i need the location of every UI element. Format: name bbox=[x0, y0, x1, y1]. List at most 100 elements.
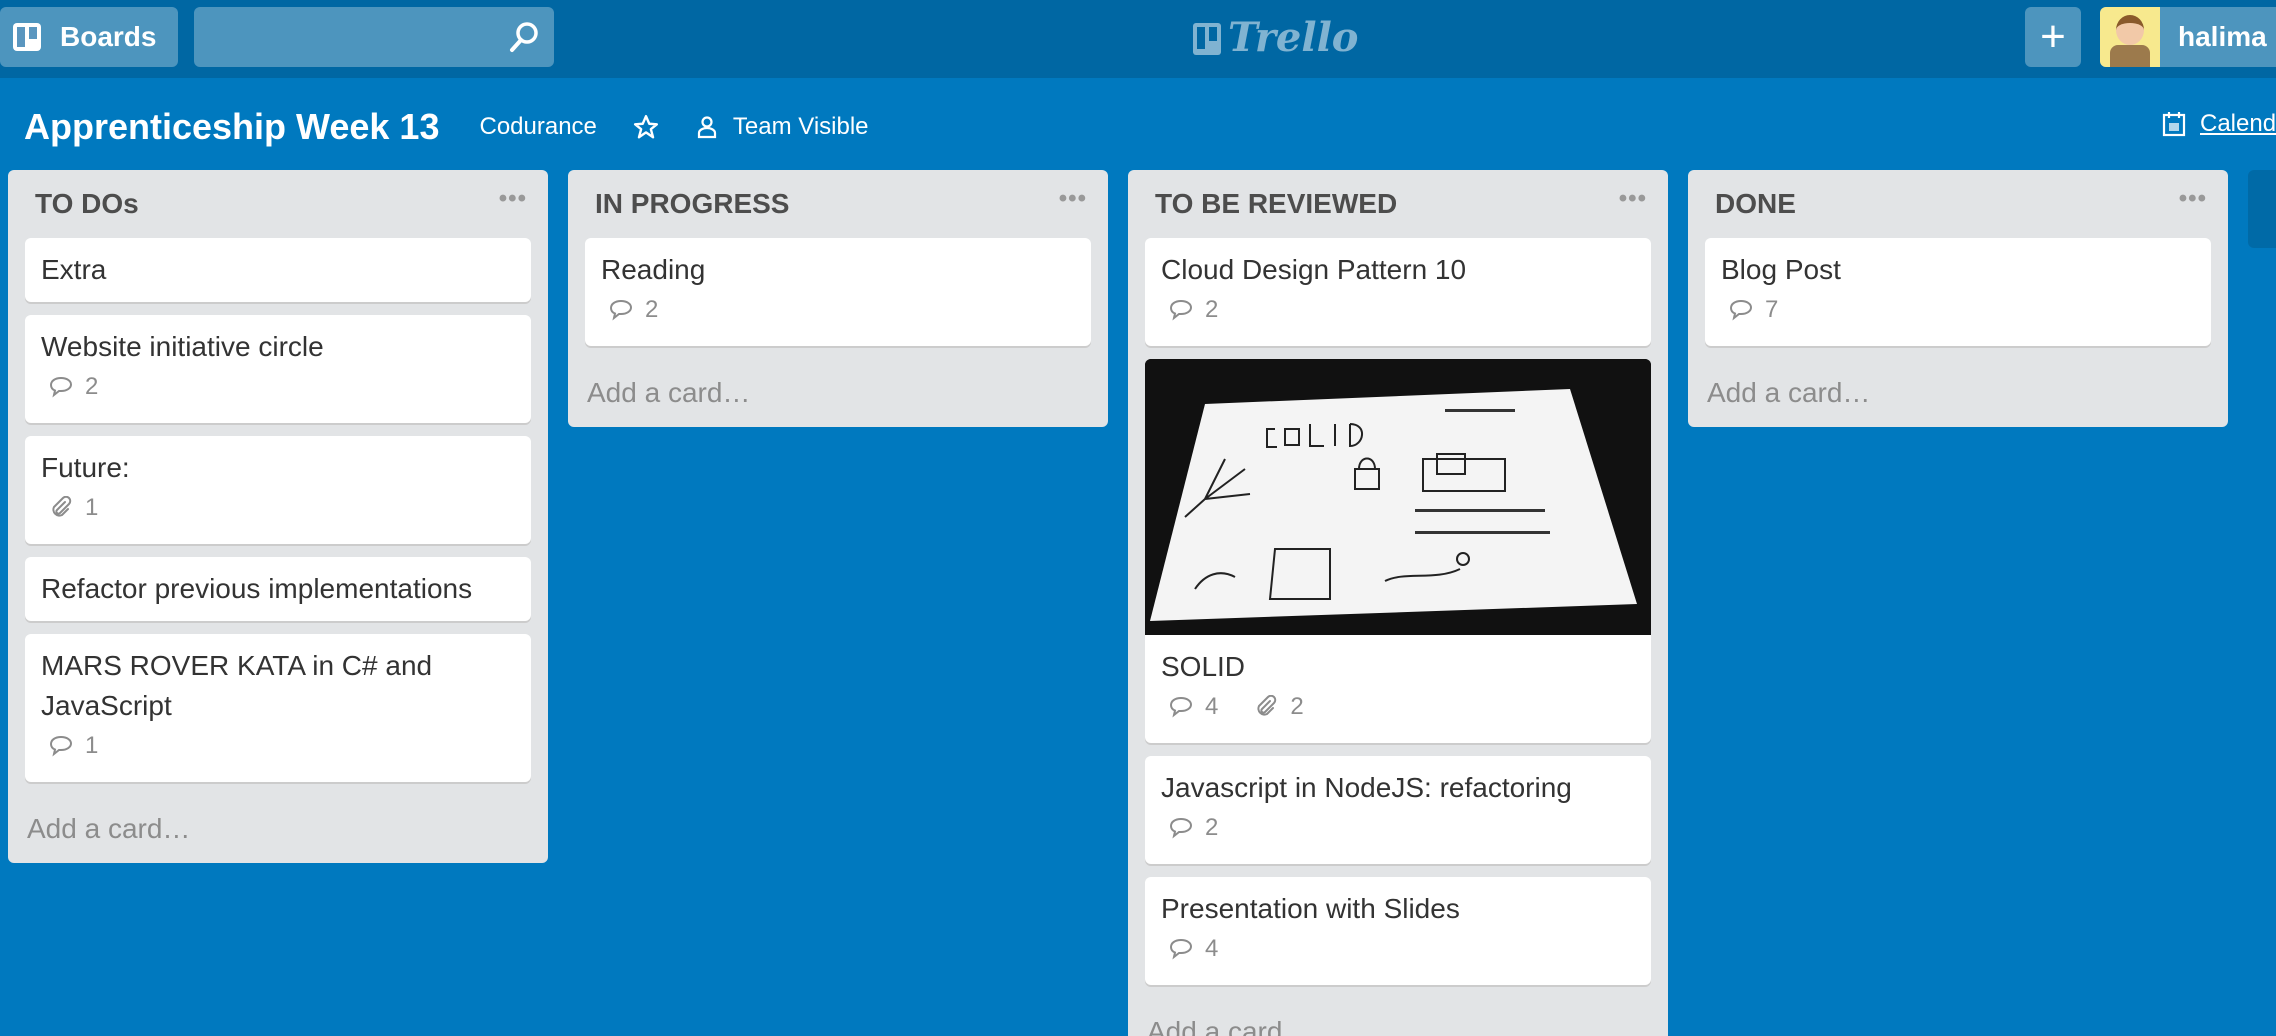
list-header: DONE ••• bbox=[1705, 170, 2211, 238]
comment-icon bbox=[609, 299, 633, 321]
card-badges: 7 bbox=[1721, 290, 2195, 334]
list-title[interactable]: DONE bbox=[1715, 188, 1796, 220]
avatar bbox=[2100, 7, 2160, 67]
comment-count: 2 bbox=[1205, 296, 1219, 323]
add-card-button[interactable]: Add a card… bbox=[1705, 359, 2211, 427]
comment-count: 2 bbox=[85, 373, 99, 400]
attachment-icon bbox=[1257, 695, 1277, 716]
comment-badge: 4 bbox=[1169, 693, 1218, 721]
card[interactable]: Future: 1 bbox=[25, 436, 531, 544]
comment-icon bbox=[49, 376, 73, 398]
add-card-button[interactable]: Add a card… bbox=[1145, 998, 1651, 1036]
card[interactable]: SOLID 4 2 bbox=[1145, 359, 1651, 743]
card-badges: 4 bbox=[1161, 929, 1635, 973]
comment-badge: 2 bbox=[1169, 814, 1218, 842]
user-name: halima l bbox=[2178, 21, 2276, 52]
visibility-label: Team Visible bbox=[732, 113, 869, 140]
comment-icon bbox=[1169, 299, 1193, 321]
list-title[interactable]: IN PROGRESS bbox=[595, 188, 789, 220]
list-menu-icon[interactable]: ••• bbox=[2179, 185, 2211, 213]
card[interactable]: Presentation with Slides 4 bbox=[1145, 877, 1651, 985]
boards-icon bbox=[13, 23, 41, 51]
card-title: Javascript in NodeJS: refactoring bbox=[1161, 772, 1572, 803]
search-input[interactable] bbox=[194, 7, 554, 67]
list-menu-icon[interactable]: ••• bbox=[1619, 185, 1651, 213]
user-menu[interactable]: halima l bbox=[2100, 7, 2276, 67]
card[interactable]: Cloud Design Pattern 10 2 bbox=[1145, 238, 1651, 346]
card-badges: 2 bbox=[601, 290, 1075, 334]
calendar-label: Calendar bbox=[2200, 110, 2276, 137]
card[interactable]: Refactor previous implementations bbox=[25, 557, 531, 621]
board-title[interactable]: Apprenticeship Week 13 bbox=[24, 106, 439, 148]
card-title: Cloud Design Pattern 10 bbox=[1161, 254, 1467, 285]
comment-icon bbox=[1169, 696, 1193, 718]
list-header: TO DOs ••• bbox=[25, 170, 531, 238]
comment-badge: 2 bbox=[49, 373, 98, 401]
card[interactable]: MARS ROVER KATA in C# and JavaScript 1 bbox=[25, 634, 531, 782]
comment-icon bbox=[1729, 299, 1753, 321]
boards-button[interactable]: Boards bbox=[0, 7, 178, 67]
attachment-count: 2 bbox=[1290, 693, 1304, 720]
list-menu-icon[interactable]: ••• bbox=[499, 185, 531, 213]
card-badges: 2 bbox=[1161, 808, 1635, 852]
list-header: IN PROGRESS ••• bbox=[585, 170, 1091, 238]
attachment-count: 1 bbox=[85, 494, 99, 521]
team-button[interactable]: Codurance bbox=[479, 113, 596, 141]
search-icon bbox=[510, 22, 538, 52]
card-title: Website initiative circle bbox=[41, 331, 324, 362]
list-title[interactable]: TO BE REVIEWED bbox=[1155, 188, 1397, 220]
comment-badge: 7 bbox=[1729, 296, 1778, 324]
trello-logo[interactable]: Trello bbox=[1192, 14, 1358, 61]
logo-text: Trello bbox=[1228, 14, 1359, 61]
card[interactable]: Reading 2 bbox=[585, 238, 1091, 346]
comment-badge: 1 bbox=[49, 732, 98, 760]
team-name: Codurance bbox=[479, 113, 597, 140]
card-title: Blog Post bbox=[1721, 254, 1841, 285]
card[interactable]: Javascript in NodeJS: refactoring 2 bbox=[1145, 756, 1651, 864]
card[interactable]: Extra bbox=[25, 238, 531, 302]
comment-count: 1 bbox=[85, 732, 99, 759]
attachment-badge: 2 bbox=[1254, 693, 1304, 721]
top-bar: Boards Trello + halima l bbox=[0, 0, 2276, 78]
card-badges: 1 bbox=[41, 488, 515, 532]
comment-count: 2 bbox=[1205, 814, 1219, 841]
card[interactable]: Website initiative circle 2 bbox=[25, 315, 531, 423]
star-button[interactable] bbox=[633, 114, 659, 140]
card-cover-image bbox=[1145, 359, 1651, 635]
comment-count: 2 bbox=[645, 296, 659, 323]
list-in-progress: IN PROGRESS ••• Reading 2 Add a card… bbox=[568, 170, 1108, 427]
add-button[interactable]: + bbox=[2025, 7, 2081, 67]
attachment-badge: 1 bbox=[49, 494, 98, 522]
card-badges: 2 bbox=[1161, 290, 1635, 334]
list-to-be-reviewed: TO BE REVIEWED ••• Cloud Design Pattern 10… bbox=[1128, 170, 1668, 1036]
card-title: Refactor previous implementations bbox=[41, 573, 473, 604]
list-menu-icon[interactable]: ••• bbox=[1059, 185, 1091, 213]
list-title[interactable]: TO DOs bbox=[35, 188, 139, 220]
calendar-icon bbox=[2162, 112, 2186, 137]
card-title: Presentation with Slides bbox=[1161, 893, 1460, 924]
card-title: Extra bbox=[41, 254, 107, 285]
attachment-icon bbox=[52, 496, 72, 517]
card[interactable]: Blog Post 7 bbox=[1705, 238, 2211, 346]
plus-icon: + bbox=[2040, 12, 2066, 61]
team-icon bbox=[697, 116, 717, 139]
boards-label: Boards bbox=[60, 21, 157, 52]
add-card-button[interactable]: Add a card… bbox=[25, 795, 531, 863]
add-card-button[interactable]: Add a card… bbox=[585, 359, 1091, 427]
add-list-button[interactable] bbox=[2248, 170, 2276, 248]
card-badges: 2 bbox=[41, 367, 515, 411]
visibility-button[interactable]: Team Visible bbox=[695, 113, 869, 141]
comment-count: 7 bbox=[1765, 296, 1779, 323]
comment-icon bbox=[1169, 817, 1193, 839]
comment-icon bbox=[49, 735, 73, 757]
card-badges: 1 bbox=[41, 726, 515, 770]
comment-icon bbox=[1169, 938, 1193, 960]
list-to-dos: TO DOs ••• Extra Website initiative circle 2… bbox=[8, 170, 548, 863]
comment-badge: 4 bbox=[1169, 935, 1218, 963]
calendar-button[interactable]: Calendar bbox=[2162, 110, 2276, 138]
card-title: Reading bbox=[601, 254, 706, 285]
list-header: TO BE REVIEWED ••• bbox=[1145, 170, 1651, 238]
star-icon bbox=[633, 114, 658, 139]
card-title: MARS ROVER KATA in C# and JavaScript bbox=[41, 650, 433, 721]
list-done: DONE ••• Blog Post 7 Add a card… bbox=[1688, 170, 2228, 427]
